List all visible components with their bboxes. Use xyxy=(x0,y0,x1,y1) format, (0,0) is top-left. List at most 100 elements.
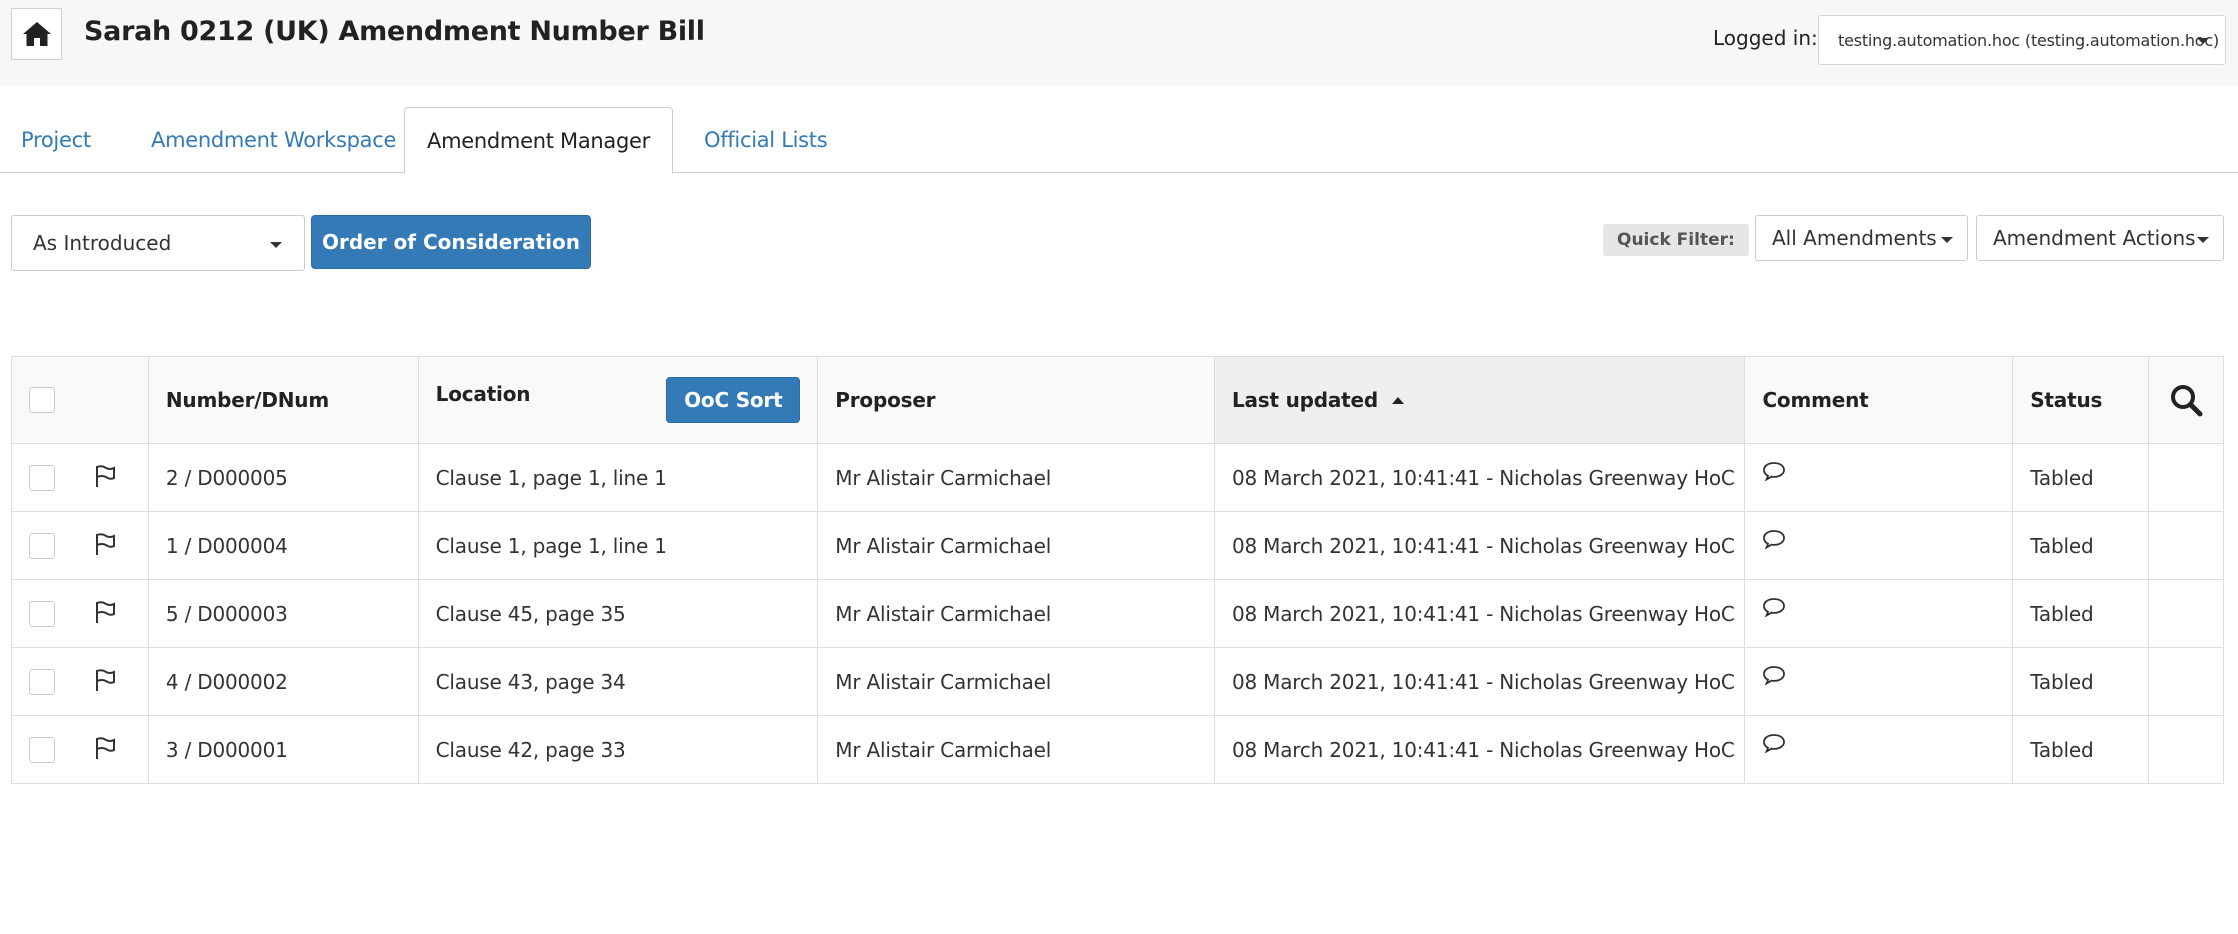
chevron-down-icon xyxy=(1941,237,1953,243)
app-header: Sarah 0212 (UK) Amendment Number Bill Lo… xyxy=(0,0,2238,86)
row-empty-cell xyxy=(2148,716,2223,783)
row-checkbox[interactable] xyxy=(29,532,55,559)
column-header-comment[interactable]: Comment xyxy=(1744,357,2012,443)
row-last-updated: 08 March 2021, 10:41:41 - Nicholas Green… xyxy=(1213,716,1745,783)
row-empty-cell xyxy=(2148,648,2223,715)
quick-filter-value: All Amendments xyxy=(1772,226,1937,250)
row-comment xyxy=(1744,444,2012,511)
row-checkbox[interactable] xyxy=(29,464,55,491)
row-proposer: Mr Alistair Carmichael xyxy=(817,580,1214,647)
flag-icon[interactable] xyxy=(94,600,116,624)
page-title: Sarah 0212 (UK) Amendment Number Bill xyxy=(84,16,705,47)
row-location: Clause 43, page 34 xyxy=(417,648,818,715)
row-location: Clause 1, page 1, line 1 xyxy=(417,512,818,579)
row-location: Clause 42, page 33 xyxy=(417,716,818,783)
row-status: Tabled xyxy=(2012,648,2148,715)
select-all-checkbox[interactable] xyxy=(29,387,55,413)
search-toggle-cell[interactable] xyxy=(2148,357,2223,443)
column-header-last-updated[interactable]: Last updated xyxy=(1213,357,1745,443)
row-comment xyxy=(1744,648,2012,715)
row-checkbox[interactable] xyxy=(29,600,55,627)
ooc-sort-button[interactable]: OoC Sort xyxy=(666,377,801,423)
table-row[interactable]: 1 / D000004 Clause 1, page 1, line 1 Mr … xyxy=(12,511,2223,579)
column-header-last-updated-label: Last updated xyxy=(1231,388,1379,412)
row-number: 1 / D000004 xyxy=(147,512,418,579)
chevron-down-icon xyxy=(2197,38,2209,44)
flag-icon[interactable] xyxy=(94,668,116,692)
amendment-actions-value: Amendment Actions xyxy=(1993,226,2196,250)
column-header-proposer[interactable]: Proposer xyxy=(817,357,1214,443)
home-button[interactable] xyxy=(11,8,62,60)
row-checkbox[interactable] xyxy=(29,668,55,695)
user-select[interactable]: testing.automation.hoc (testing.automati… xyxy=(1818,15,2226,65)
logged-in-label: Logged in: xyxy=(1713,26,1818,50)
row-location: Clause 45, page 35 xyxy=(417,580,818,647)
chevron-down-icon xyxy=(270,242,282,248)
row-last-updated: 08 March 2021, 10:41:41 - Nicholas Green… xyxy=(1213,580,1745,647)
column-header-location-label[interactable]: Location xyxy=(436,382,531,406)
chevron-down-icon xyxy=(2197,237,2209,243)
row-comment xyxy=(1744,512,2012,579)
row-last-updated: 08 March 2021, 10:41:41 - Nicholas Green… xyxy=(1213,648,1745,715)
row-empty-cell xyxy=(2148,444,2223,511)
row-checkbox[interactable] xyxy=(29,736,55,763)
row-proposer: Mr Alistair Carmichael xyxy=(817,512,1214,579)
flag-icon[interactable] xyxy=(94,532,116,556)
row-proposer: Mr Alistair Carmichael xyxy=(817,444,1214,511)
flag-icon[interactable] xyxy=(94,464,116,488)
column-header-location: Location OoC Sort xyxy=(417,357,818,443)
row-select-cell xyxy=(12,444,148,511)
column-header-number[interactable]: Number/DNum xyxy=(147,357,418,443)
row-comment xyxy=(1744,580,2012,647)
row-number: 3 / D000001 xyxy=(147,716,418,783)
comment-icon[interactable] xyxy=(1762,665,1786,685)
table-header-row: Number/DNum Location OoC Sort Proposer L… xyxy=(12,357,2223,443)
comment-icon[interactable] xyxy=(1762,461,1786,481)
amendments-table: Number/DNum Location OoC Sort Proposer L… xyxy=(11,356,2224,784)
table-row[interactable]: 3 / D000001 Clause 42, page 33 Mr Alista… xyxy=(12,715,2223,783)
comment-icon[interactable] xyxy=(1762,733,1786,753)
row-location: Clause 1, page 1, line 1 xyxy=(417,444,818,511)
row-proposer: Mr Alistair Carmichael xyxy=(817,648,1214,715)
amendment-actions-select[interactable]: Amendment Actions xyxy=(1976,215,2224,261)
tab-amendment-manager[interactable]: Amendment Manager xyxy=(404,107,673,174)
sort-ascending-icon xyxy=(1392,396,1405,404)
row-proposer: Mr Alistair Carmichael xyxy=(817,716,1214,783)
row-empty-cell xyxy=(2148,512,2223,579)
home-icon xyxy=(22,22,51,46)
comment-icon[interactable] xyxy=(1762,597,1786,617)
row-number: 4 / D000002 xyxy=(147,648,418,715)
row-status: Tabled xyxy=(2012,580,2148,647)
flag-icon[interactable] xyxy=(94,736,116,760)
version-select[interactable]: As Introduced xyxy=(11,215,305,271)
column-header-status[interactable]: Status xyxy=(2012,357,2148,443)
row-status: Tabled xyxy=(2012,444,2148,511)
tab-amendment-workspace[interactable]: Amendment Workspace xyxy=(151,107,396,173)
user-select-value: testing.automation.hoc (testing.automati… xyxy=(1838,30,2219,50)
row-last-updated: 08 March 2021, 10:41:41 - Nicholas Green… xyxy=(1213,512,1745,579)
row-select-cell xyxy=(12,716,148,783)
version-select-value: As Introduced xyxy=(33,231,172,255)
tab-bar: Project Amendment Workspace Amendment Ma… xyxy=(0,107,2238,174)
row-empty-cell xyxy=(2148,580,2223,647)
row-select-cell xyxy=(12,580,148,647)
table-row[interactable]: 4 / D000002 Clause 43, page 34 Mr Alista… xyxy=(12,647,2223,715)
row-status: Tabled xyxy=(2012,512,2148,579)
row-select-cell xyxy=(12,512,148,579)
row-number: 2 / D000005 xyxy=(147,444,418,511)
search-icon[interactable] xyxy=(2169,383,2203,417)
quick-filter-label: Quick Filter: xyxy=(1603,224,1749,256)
select-all-cell xyxy=(12,357,148,443)
row-number: 5 / D000003 xyxy=(147,580,418,647)
table-row[interactable]: 5 / D000003 Clause 45, page 35 Mr Alista… xyxy=(12,579,2223,647)
tab-project[interactable]: Project xyxy=(21,107,91,173)
table-row[interactable]: 2 / D000005 Clause 1, page 1, line 1 Mr … xyxy=(12,443,2223,511)
row-select-cell xyxy=(12,648,148,715)
order-of-consideration-button[interactable]: Order of Consideration xyxy=(311,215,591,269)
row-last-updated: 08 March 2021, 10:41:41 - Nicholas Green… xyxy=(1213,444,1745,511)
tab-official-lists[interactable]: Official Lists xyxy=(704,107,828,173)
row-status: Tabled xyxy=(2012,716,2148,783)
quick-filter-select[interactable]: All Amendments xyxy=(1755,215,1968,261)
row-comment xyxy=(1744,716,2012,783)
comment-icon[interactable] xyxy=(1762,529,1786,549)
